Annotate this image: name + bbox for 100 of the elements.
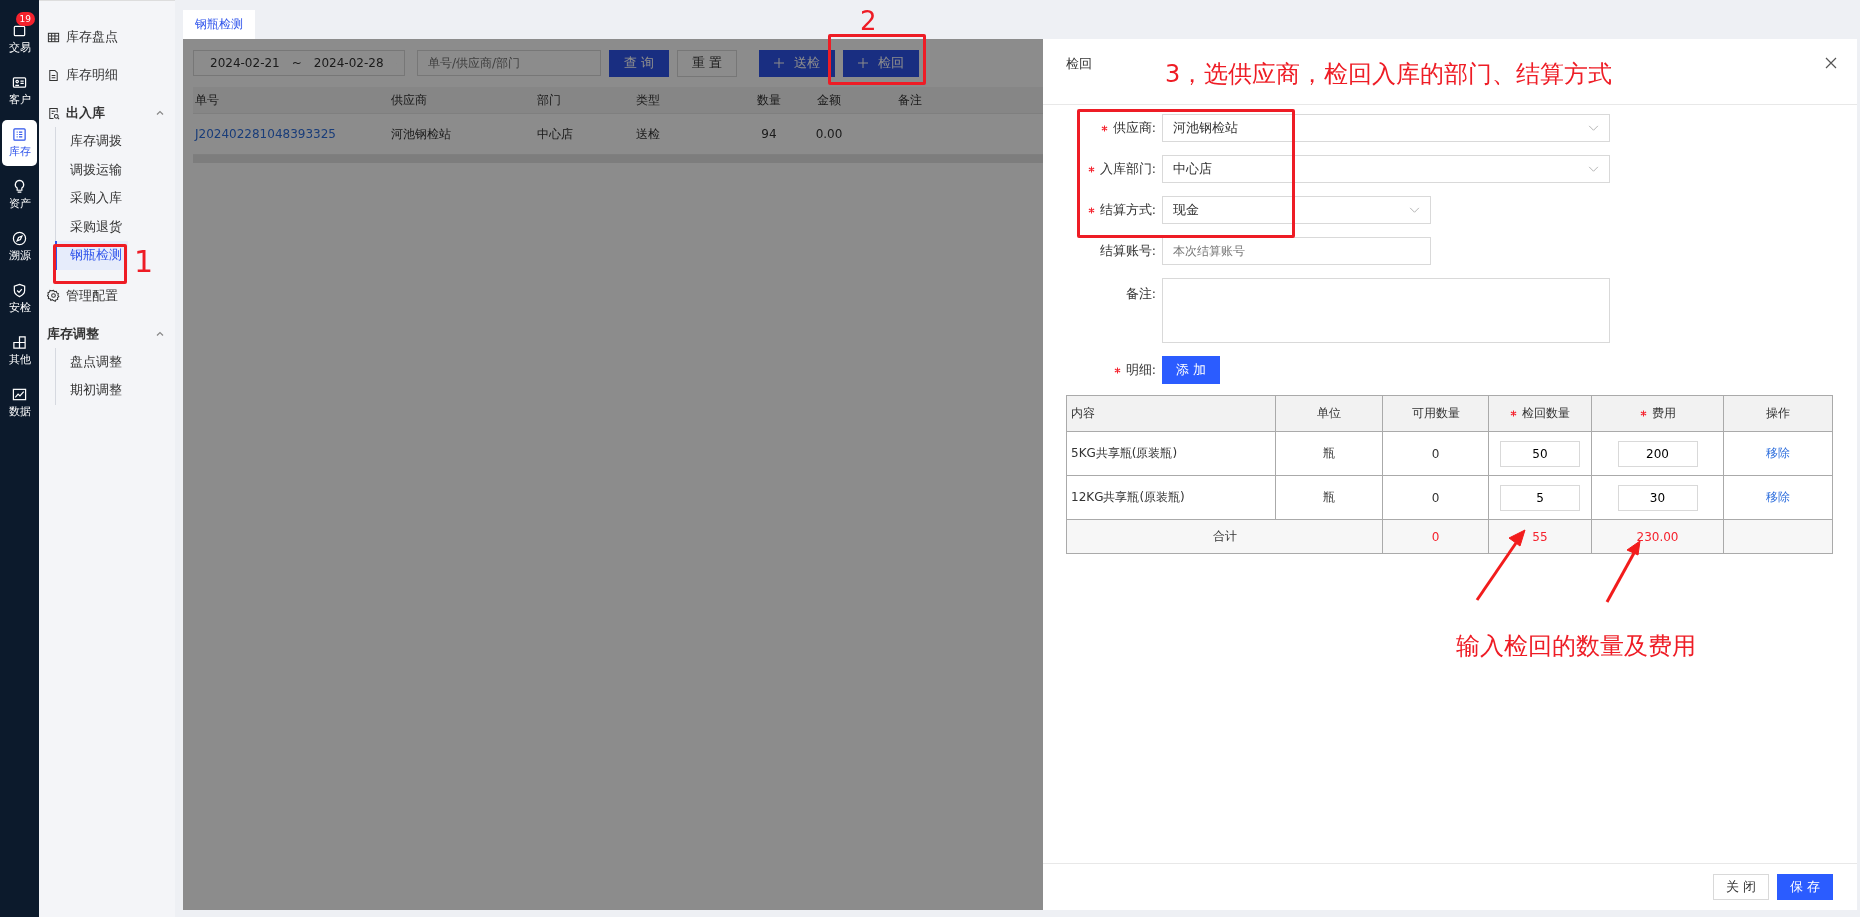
settings-icon — [47, 289, 60, 302]
required-icon — [1639, 410, 1647, 417]
sidebar-item[interactable]: 管理配置 — [47, 281, 171, 310]
total-label: 合计 — [1067, 520, 1383, 553]
table-cell-text: 中心店 — [536, 125, 574, 143]
drawer-title: 检回 — [1066, 54, 1092, 73]
column-header: 供应商 — [390, 91, 428, 109]
nav-icon — [12, 23, 27, 38]
nav-icon — [12, 75, 27, 90]
select-field[interactable]: 河池钢检站 — [1162, 114, 1610, 142]
sidebar-item[interactable]: 盘点调整 — [56, 347, 128, 376]
select-field[interactable]: 现金 — [1162, 196, 1431, 224]
column-header: 类型 — [635, 91, 661, 109]
column-header: 备注 — [897, 91, 923, 109]
chevron-down-icon — [1588, 165, 1599, 173]
tab[interactable]: 钢瓶检测 — [183, 10, 255, 39]
annotation-text: 3，选供应商，检回入库的部门、结算方式 — [1165, 59, 1613, 90]
sidebar-group[interactable]: 出入库 — [47, 99, 175, 127]
column-header: 数量 — [756, 91, 782, 109]
field-label: 结算账号: — [1098, 242, 1156, 260]
remarks-field[interactable] — [1162, 278, 1610, 343]
remove-link[interactable]: 移除 — [1766, 489, 1790, 506]
nav-icon — [12, 387, 27, 402]
quantity-input[interactable]: 5 — [1500, 484, 1580, 511]
save-button[interactable]: 保 存 — [1776, 874, 1833, 900]
sidebar-group[interactable]: 库存调整 — [47, 319, 175, 348]
required-icon — [1087, 206, 1095, 214]
nav-icon — [12, 335, 27, 350]
arrow — [1605, 540, 1641, 603]
date-range-field[interactable]: 2024-02-21 ~ 2024-02-28 — [193, 50, 405, 76]
table-icon — [47, 30, 60, 44]
table-cell-text: 0.00 — [814, 127, 844, 141]
chevron-down-icon — [1588, 124, 1599, 132]
table-cell-text: 河池钢检站 — [390, 125, 452, 143]
annotation-text: 输入检回的数量及费用 — [1456, 631, 1696, 662]
add-button[interactable]: 检回 — [843, 49, 920, 77]
remove-link[interactable]: 移除 — [1766, 445, 1790, 462]
sidebar-item[interactable]: 库存盘点 — [47, 23, 171, 51]
select-field[interactable]: 中心店 — [1162, 155, 1610, 183]
close-button[interactable]: 关 闭 — [1712, 874, 1769, 900]
required-icon — [1510, 410, 1517, 417]
count-badge: 19 — [15, 12, 35, 26]
column-header: 内容 — [1071, 405, 1095, 422]
sidebar-item[interactable]: 库存明细 — [47, 61, 171, 89]
table-cell: 5KG共享瓶(原装瓶) — [1067, 432, 1276, 475]
search-field[interactable]: 单号/供应商/部门 — [417, 50, 601, 76]
nav-icon — [12, 283, 27, 298]
step-number: 2 — [860, 6, 877, 36]
input-field[interactable]: 本次结算账号 — [1162, 237, 1431, 265]
nav-rail-item[interactable]: 其他 — [2, 328, 37, 374]
fee-input[interactable]: 30 — [1617, 484, 1698, 511]
document-search-icon — [47, 106, 60, 120]
close-icon[interactable] — [1825, 56, 1837, 69]
sidebar-item[interactable]: 期初调整 — [56, 376, 128, 405]
column-header: 可用数量 — [1411, 405, 1460, 422]
sidebar-item[interactable]: 采购退货 — [56, 212, 128, 241]
nav-rail-item[interactable]: 溯源 — [2, 224, 37, 270]
add-button[interactable]: 送检 — [759, 49, 836, 77]
nav-rail-item[interactable]: 资产 — [2, 172, 37, 218]
chevron-down-icon — [1409, 206, 1420, 214]
table-cell-text: 94 — [760, 127, 778, 141]
field-label: 结算方式: — [1066, 201, 1156, 219]
column-header: 操作 — [1766, 405, 1790, 422]
sidebar-item[interactable]: 采购入库 — [56, 184, 128, 213]
table-cell-text: 送检 — [635, 125, 661, 143]
required-icon — [1100, 124, 1108, 132]
required-icon — [1087, 165, 1095, 173]
table-cell: 瓶 — [1276, 476, 1383, 519]
nav-rail-item[interactable]: 库存 — [2, 120, 37, 166]
table-cell: 0 — [1383, 432, 1489, 475]
sidebar-item[interactable]: 调拨运输 — [56, 155, 128, 184]
table-cell: 0 — [1383, 476, 1489, 519]
nav-icon — [12, 127, 27, 142]
total-cell: 0 — [1383, 520, 1489, 553]
nav-icon — [12, 179, 27, 194]
nav-rail-item[interactable]: 数据 — [2, 380, 37, 426]
table-cell: 瓶 — [1276, 432, 1383, 475]
plus-icon — [858, 58, 869, 68]
column-header: 单号 — [194, 91, 220, 109]
plus-icon — [774, 58, 785, 68]
quantity-input[interactable]: 50 — [1500, 440, 1580, 467]
column-header: 部门 — [536, 91, 562, 109]
field-label: 入库部门: — [1066, 160, 1156, 178]
field-label: 供应商: — [1066, 119, 1156, 137]
nav-rail-item[interactable]: 安检 — [2, 276, 37, 322]
table-cell: 12KG共享瓶(原装瓶) — [1067, 476, 1276, 519]
field-label: 备注: — [1124, 285, 1156, 303]
toolbar-button[interactable]: 查 询 — [609, 49, 670, 77]
nav-rail-item[interactable]: 客户 — [2, 68, 37, 114]
field-label: 明细: — [1066, 361, 1156, 379]
step-number: 1 — [134, 244, 154, 279]
column-header: 单位 — [1317, 405, 1341, 422]
column-header: 金额 — [816, 91, 842, 109]
sidebar-item[interactable]: 库存调拨 — [56, 127, 128, 156]
fee-input[interactable]: 200 — [1617, 440, 1698, 467]
required-icon — [1113, 366, 1121, 374]
column-header: 费用 — [1639, 405, 1676, 422]
nav-icon — [12, 231, 27, 246]
toolbar-button[interactable]: 重 置 — [677, 49, 738, 77]
add-button[interactable]: 添 加 — [1162, 356, 1221, 384]
